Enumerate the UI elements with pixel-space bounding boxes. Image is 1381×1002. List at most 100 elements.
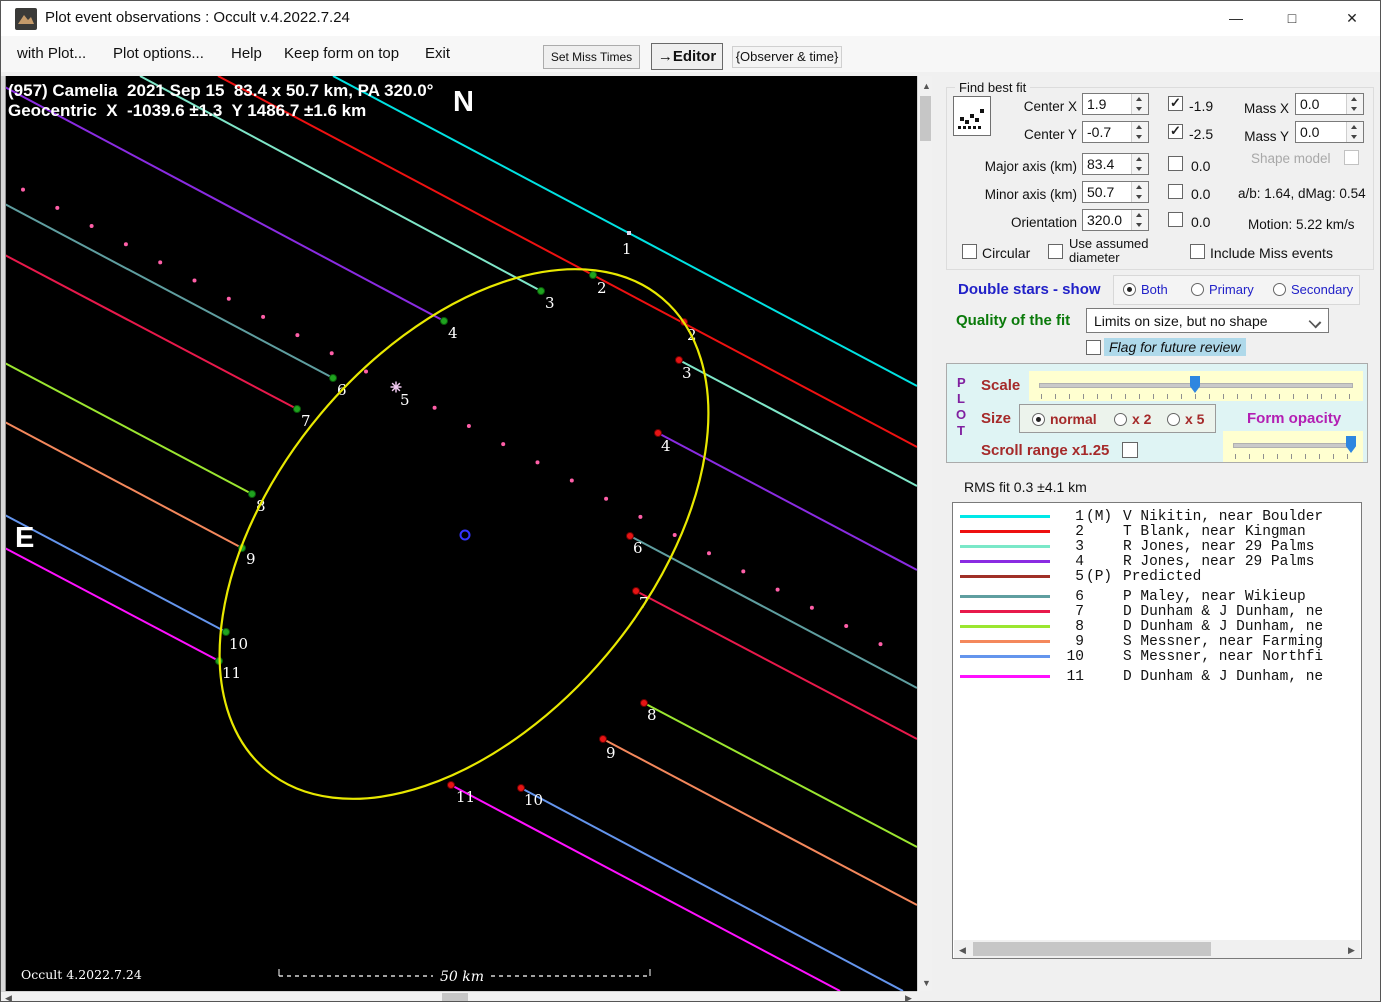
size-label: Size — [981, 410, 1012, 427]
set-miss-times-button[interactable]: Set Miss Times — [543, 45, 640, 69]
scroll-up-icon[interactable]: ▲ — [922, 81, 931, 91]
plot-left-edge — [1, 76, 6, 991]
predicted-path-dot — [329, 351, 334, 356]
minor-axis-input[interactable]: 50.7 — [1082, 181, 1149, 203]
chord-label-6: 6 — [633, 539, 643, 557]
menu-exit[interactable]: Exit — [417, 36, 458, 72]
center-x-lock-checkbox[interactable] — [1168, 95, 1183, 111]
observer-time-button[interactable]: {Observer & time} — [732, 46, 842, 68]
menu-with-plot[interactable]: with Plot... — [9, 36, 94, 72]
plot-vertical-scrollbar[interactable]: ▲ ▼ — [917, 76, 932, 991]
legend-list: ◀ ▶ 1 (M) V Nikitin, near Boulder 2 T Blank,… — [952, 502, 1362, 959]
horizontal-scroll-thumb[interactable] — [442, 993, 468, 1001]
scroll-range-label: Scroll range x1.25 — [981, 442, 1110, 459]
chord-line-4 — [657, 432, 917, 571]
scroll-left-icon[interactable]: ◀ — [5, 993, 12, 1001]
legend-row[interactable]: 6P Maley, near Wikieup — [953, 589, 1361, 605]
legend-scroll-thumb[interactable] — [973, 942, 1211, 956]
spin-up-icon[interactable] — [1132, 94, 1148, 104]
legend-row[interactable]: 4R Jones, near 29 Palms — [953, 554, 1361, 570]
legend-color-swatch — [960, 655, 1050, 658]
center-x-delta: -1.9 — [1189, 98, 1214, 114]
legend-row[interactable]: 11 D Dunham & J Dunham, ne — [953, 669, 1361, 685]
menu-keep-on-top[interactable]: Keep form on top — [276, 36, 407, 72]
legend-row[interactable]: 5 (P) Predicted — [953, 569, 1361, 585]
radio-both[interactable]: Both — [1123, 282, 1168, 297]
legend-row[interactable]: 10 S Messner, near Northfi — [953, 649, 1361, 665]
legend-row[interactable]: 1 (M) V Nikitin, near Boulder — [953, 509, 1361, 525]
form-opacity-slider[interactable] — [1223, 431, 1363, 462]
legend-color-swatch — [960, 610, 1050, 613]
legend-row[interactable]: 9S Messner, near Farming — [953, 634, 1361, 650]
maximize-button[interactable]: □ — [1264, 1, 1320, 35]
find-best-fit-button[interactable] — [953, 96, 991, 136]
mass-y-input[interactable]: 0.0 — [1295, 121, 1364, 143]
center-x-input[interactable]: 1.9 — [1082, 93, 1149, 115]
double-stars-label: Double stars - show — [958, 281, 1101, 298]
motion-note: Motion: 5.22 km/s — [1248, 217, 1355, 232]
legend-scroll-left-icon[interactable]: ◀ — [959, 945, 966, 955]
legend-row[interactable]: 8D Dunham & J Dunham, ne — [953, 619, 1361, 635]
predicted-path-dot — [878, 642, 883, 647]
major-axis-delta: 0.0 — [1191, 158, 1211, 174]
assumed-diameter-label: Use assumed diameter — [1069, 236, 1149, 265]
include-miss-checkbox[interactable] — [1190, 244, 1205, 259]
plot-horizontal-scrollbar[interactable]: ◀ ▶ — [1, 991, 917, 1001]
flag-review-checkbox[interactable] — [1086, 340, 1101, 355]
radio-primary[interactable]: Primary — [1191, 282, 1254, 297]
scroll-down-icon[interactable]: ▼ — [922, 978, 931, 988]
chord-line-6 — [1, 201, 334, 379]
legend-scrollbar[interactable]: ◀ ▶ — [954, 940, 1360, 958]
predicted-path-dot — [707, 551, 711, 556]
legend-color-swatch — [960, 675, 1050, 678]
chord-label-8: 8 — [647, 706, 657, 724]
scale-slider-thumb[interactable] — [1190, 376, 1200, 393]
plot-canvas[interactable]: 12233446677889910101111550 km — [1, 76, 917, 991]
predicted-path-dot — [295, 333, 300, 338]
east-label: E — [15, 522, 35, 554]
minimize-button[interactable]: — — [1208, 1, 1264, 35]
legend-row[interactable]: 3R Jones, near 29 Palms — [953, 539, 1361, 555]
center-y-lock-checkbox[interactable] — [1168, 123, 1183, 139]
chord-line-10 — [1, 512, 227, 633]
plot-area: 1 2 2 3 3 4 4 6 6 7 7 8 8 9 9 10 10 11 11 5 50 km (957) Came… — [1, 76, 917, 991]
shape-model-checkbox[interactable] — [1344, 150, 1359, 165]
vertical-scroll-thumb[interactable] — [920, 96, 931, 141]
spin-down-icon[interactable] — [1132, 104, 1148, 114]
legend-row[interactable]: 2T Blank, near Kingman — [953, 524, 1361, 540]
menu-plot-options[interactable]: Plot options... — [105, 36, 212, 72]
orientation-lock-checkbox[interactable] — [1168, 212, 1183, 227]
circular-checkbox[interactable] — [962, 244, 977, 259]
chord-line-6 — [629, 535, 917, 689]
scale-slider[interactable] — [1029, 371, 1363, 401]
chord-label-2: 2 — [597, 279, 607, 297]
menu-help[interactable]: Help — [223, 36, 270, 72]
quality-dropdown[interactable]: Limits on size, but no shape — [1086, 308, 1329, 333]
chord-label-1: 1 — [622, 240, 632, 258]
editor-button[interactable]: →Editor — [651, 43, 723, 70]
radio-size-normal[interactable]: normal — [1032, 411, 1097, 427]
reappear-marker-11 — [447, 781, 455, 789]
scroll-range-checkbox[interactable] — [1122, 442, 1138, 458]
major-axis-input[interactable]: 83.4 — [1082, 153, 1149, 175]
orientation-input[interactable]: 320.0 — [1082, 209, 1149, 231]
legend-row[interactable]: 7D Dunham & J Dunham, ne — [953, 604, 1361, 620]
major-axis-lock-checkbox[interactable] — [1168, 156, 1183, 171]
version-label: Occult 4.2022.7.24 — [21, 967, 142, 982]
assumed-diameter-checkbox[interactable] — [1048, 244, 1063, 259]
legend-scroll-right-icon[interactable]: ▶ — [1348, 945, 1355, 955]
center-y-input[interactable]: -0.7 — [1082, 121, 1149, 143]
minor-axis-lock-checkbox[interactable] — [1168, 184, 1183, 199]
radio-secondary[interactable]: Secondary — [1273, 282, 1353, 297]
radio-size-x2[interactable]: x 2 — [1114, 411, 1151, 427]
radio-size-x5[interactable]: x 5 — [1167, 411, 1204, 427]
fitted-ellipse — [218, 268, 710, 800]
legend-color-swatch — [960, 530, 1050, 533]
disappear-marker-8 — [248, 490, 256, 498]
mass-x-input[interactable]: 0.0 — [1295, 93, 1364, 115]
form-opacity-slider-thumb[interactable] — [1346, 436, 1356, 453]
close-button[interactable]: ✕ — [1324, 1, 1380, 35]
chord-line-10 — [520, 787, 904, 991]
reappear-marker-9 — [599, 735, 607, 743]
scroll-right-icon[interactable]: ▶ — [905, 993, 912, 1001]
